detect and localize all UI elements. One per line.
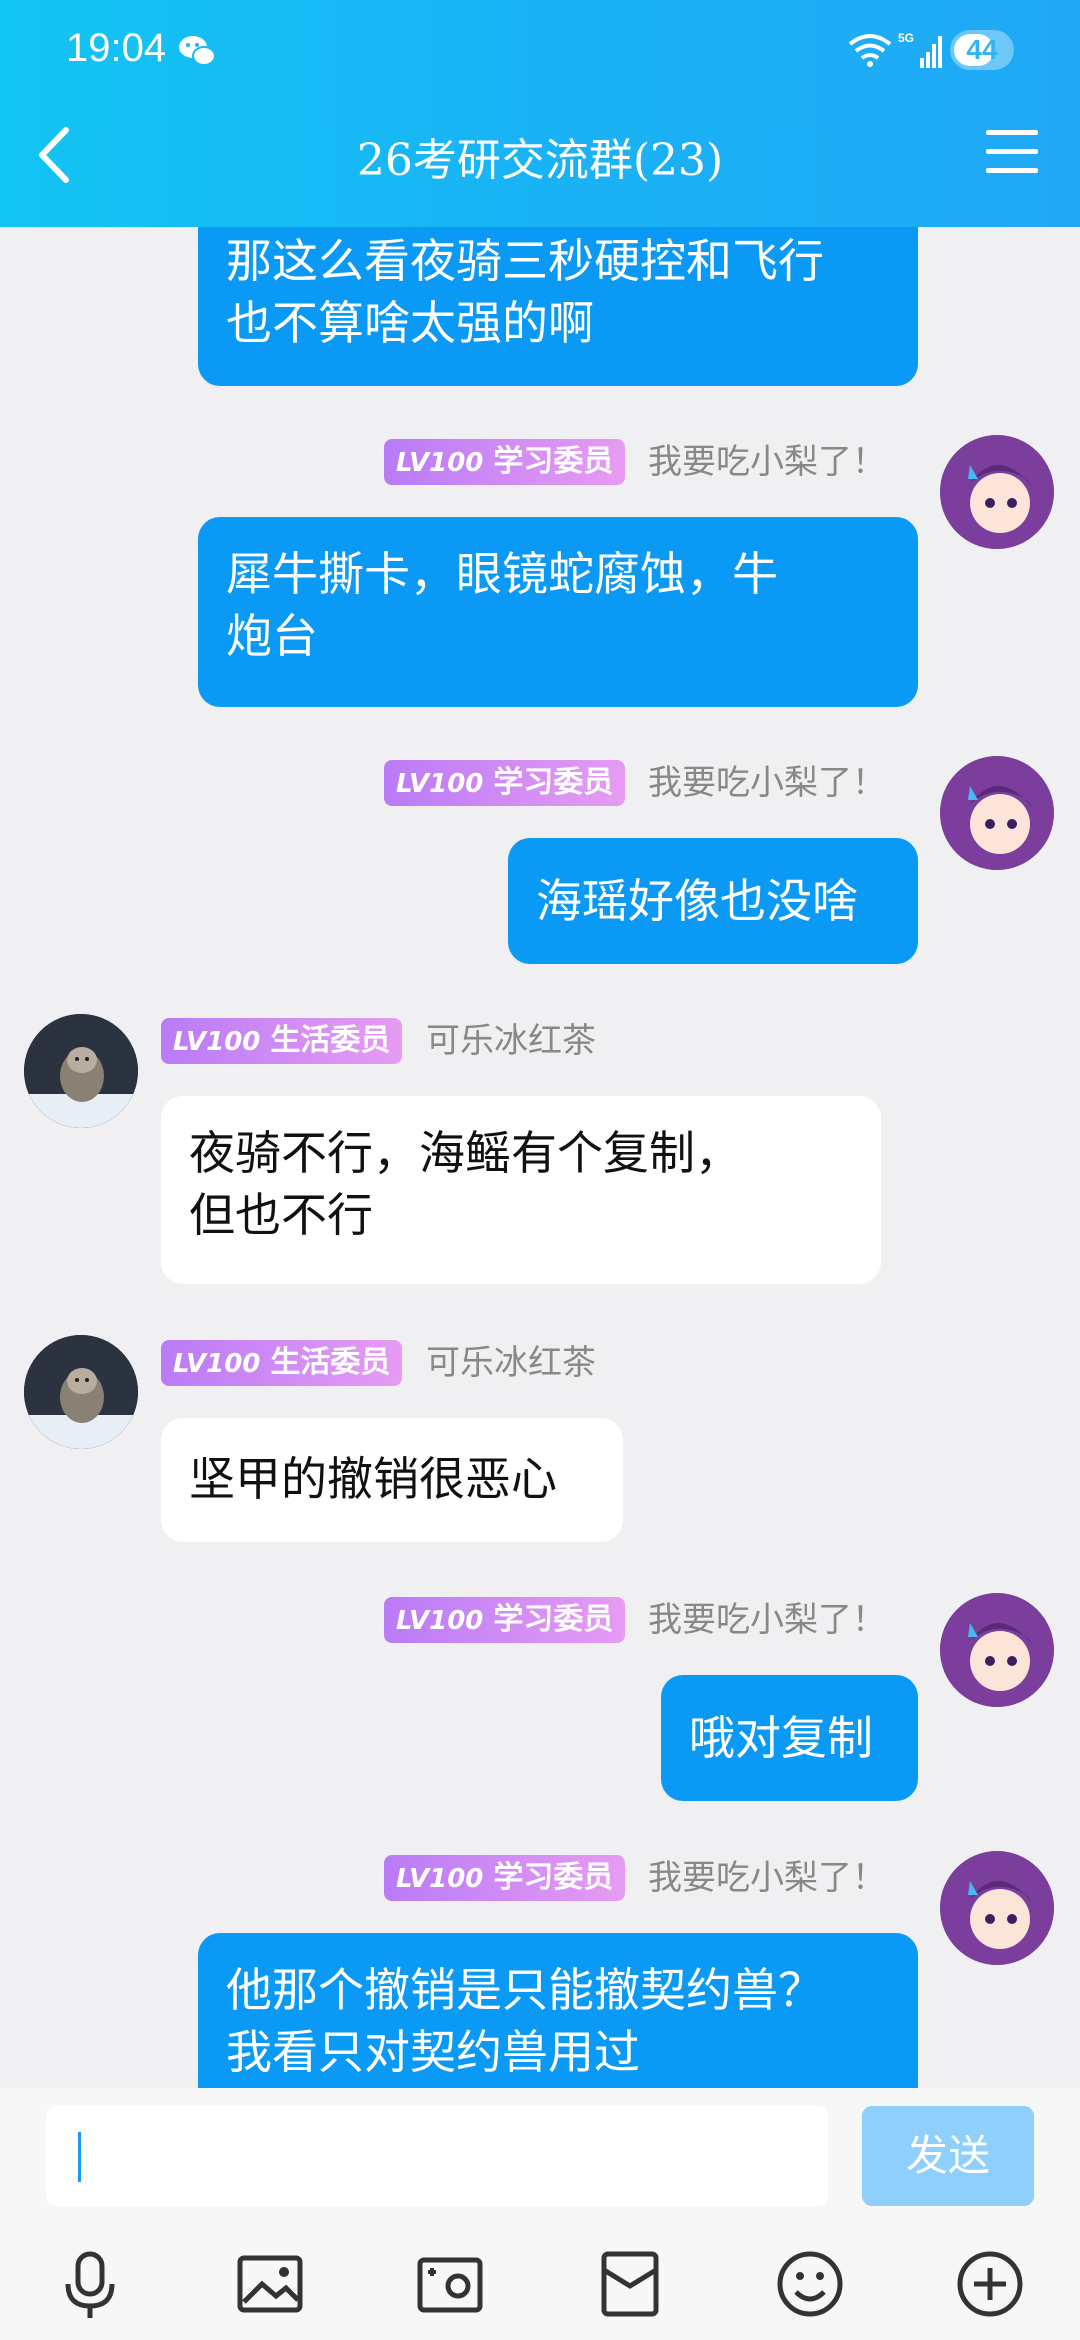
member-badge: LV100 学习委员 xyxy=(384,439,626,485)
wechat-icon xyxy=(179,36,216,66)
avatar[interactable] xyxy=(24,1335,138,1449)
battery-indicator: 44 xyxy=(950,30,1014,70)
input-bar: 发送 xyxy=(0,2088,1080,2340)
avatar[interactable] xyxy=(940,1593,1054,1707)
avatar[interactable] xyxy=(940,1851,1054,1965)
chat-header: 19:04 5G 44 26考研交流群(23) xyxy=(0,0,1080,227)
microphone-icon[interactable] xyxy=(54,2248,126,2320)
sender-name: 我要吃小梨了！ xyxy=(648,1600,886,1640)
avatar[interactable] xyxy=(940,435,1054,549)
signal-icon: 5G xyxy=(898,31,942,68)
member-badge: LV100 生活委员 xyxy=(161,1340,403,1386)
message-input[interactable] xyxy=(46,2106,828,2206)
member-badge: LV100 生活委员 xyxy=(161,1018,403,1064)
wifi-icon xyxy=(848,34,892,67)
sender-name: 我要吃小梨了！ xyxy=(648,442,886,482)
message-bubble[interactable]: 海瑶好像也没啥 xyxy=(508,838,918,964)
red-packet-icon[interactable] xyxy=(594,2248,666,2320)
chat-title: 26考研交流群(23) xyxy=(356,135,724,186)
image-icon[interactable] xyxy=(234,2248,306,2320)
message-bubble[interactable]: 夜骑不行，海鳐有个复制， 但也不行 xyxy=(161,1096,881,1284)
member-badge: LV100 学习委员 xyxy=(384,760,626,806)
sender-name: 我要吃小梨了！ xyxy=(648,1858,886,1898)
svg-text:5G: 5G xyxy=(898,31,914,45)
member-badge: LV100 学习委员 xyxy=(384,1855,626,1901)
plus-icon[interactable] xyxy=(954,2248,1026,2320)
status-time: 19:04 xyxy=(66,26,167,70)
camera-icon[interactable] xyxy=(414,2248,486,2320)
send-button[interactable]: 发送 xyxy=(862,2106,1034,2206)
battery-level: 44 xyxy=(966,34,998,65)
message-bubble[interactable]: 犀牛撕卡，眼镜蛇腐蚀，牛 炮台 xyxy=(198,517,918,707)
avatar[interactable] xyxy=(24,1014,138,1128)
message-bubble[interactable]: 哦对复制 xyxy=(661,1675,918,1801)
sender-name: 我要吃小梨了！ xyxy=(648,763,886,803)
text-cursor xyxy=(78,2132,81,2182)
sender-name: 可乐冰红茶 xyxy=(426,1021,596,1061)
emoji-icon[interactable] xyxy=(774,2248,846,2320)
message-bubble[interactable]: 坚甲的撤销很恶心 xyxy=(161,1418,623,1542)
sender-name: 可乐冰红茶 xyxy=(426,1343,596,1383)
avatar[interactable] xyxy=(940,756,1054,870)
menu-button[interactable] xyxy=(986,130,1038,176)
member-badge: LV100 学习委员 xyxy=(384,1597,626,1643)
